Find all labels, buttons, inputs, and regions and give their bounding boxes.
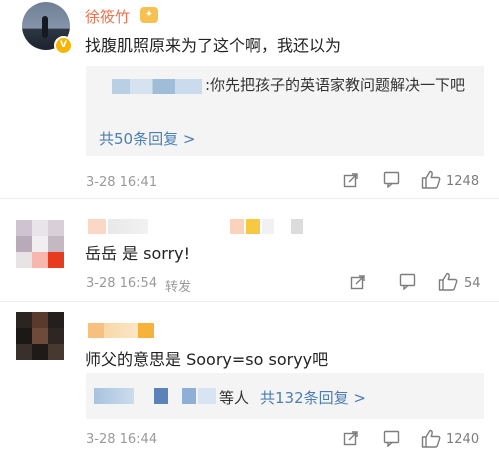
avatar[interactable]: [16, 220, 64, 268]
divider: [0, 301, 499, 302]
comment-text: 师父的意思是 Soory=so soryy吧: [85, 350, 329, 369]
vip-badge-icon: V: [54, 36, 73, 55]
like-icon[interactable]: [438, 272, 458, 291]
timestamp: 3-28 16:44: [86, 432, 158, 447]
avatar[interactable]: [16, 312, 64, 360]
like-icon[interactable]: [421, 170, 441, 189]
share-icon[interactable]: [350, 274, 366, 290]
level-icon: ✦: [140, 7, 158, 23]
timestamp: 3-28 16:41: [86, 175, 158, 190]
like-icon[interactable]: [421, 429, 441, 448]
comment-icon[interactable]: [399, 273, 416, 290]
share-icon[interactable]: [343, 172, 359, 188]
divider: [0, 198, 499, 199]
reply-count-link[interactable]: 共132条回复 >: [260, 387, 366, 408]
forward-label[interactable]: 转发: [165, 276, 191, 295]
comment-text: 找腹肌照原来为了这个啊，我还以为: [85, 36, 342, 55]
reply-suffix: 等人: [219, 389, 250, 407]
comment-icon[interactable]: [383, 430, 400, 447]
timestamp: 3-28 16:54: [86, 276, 158, 291]
author-name-blurred[interactable]: [88, 323, 154, 338]
like-count: 1248: [446, 174, 480, 189]
author-name[interactable]: 徐筱竹: [85, 6, 130, 27]
author-name-blurred[interactable]: [88, 219, 303, 234]
reply-authors-blurred: [94, 388, 220, 404]
comment-text: 岳岳 是 sorry!: [85, 244, 191, 263]
comment-icon[interactable]: [383, 171, 400, 188]
like-count: 1240: [446, 432, 480, 447]
share-icon[interactable]: [343, 430, 359, 446]
reply-text: :你先把孩子的英语家教问题解决一下吧: [205, 76, 466, 94]
reply-count-link[interactable]: 共50条回复 >: [99, 128, 195, 149]
like-count: 54: [464, 276, 481, 291]
